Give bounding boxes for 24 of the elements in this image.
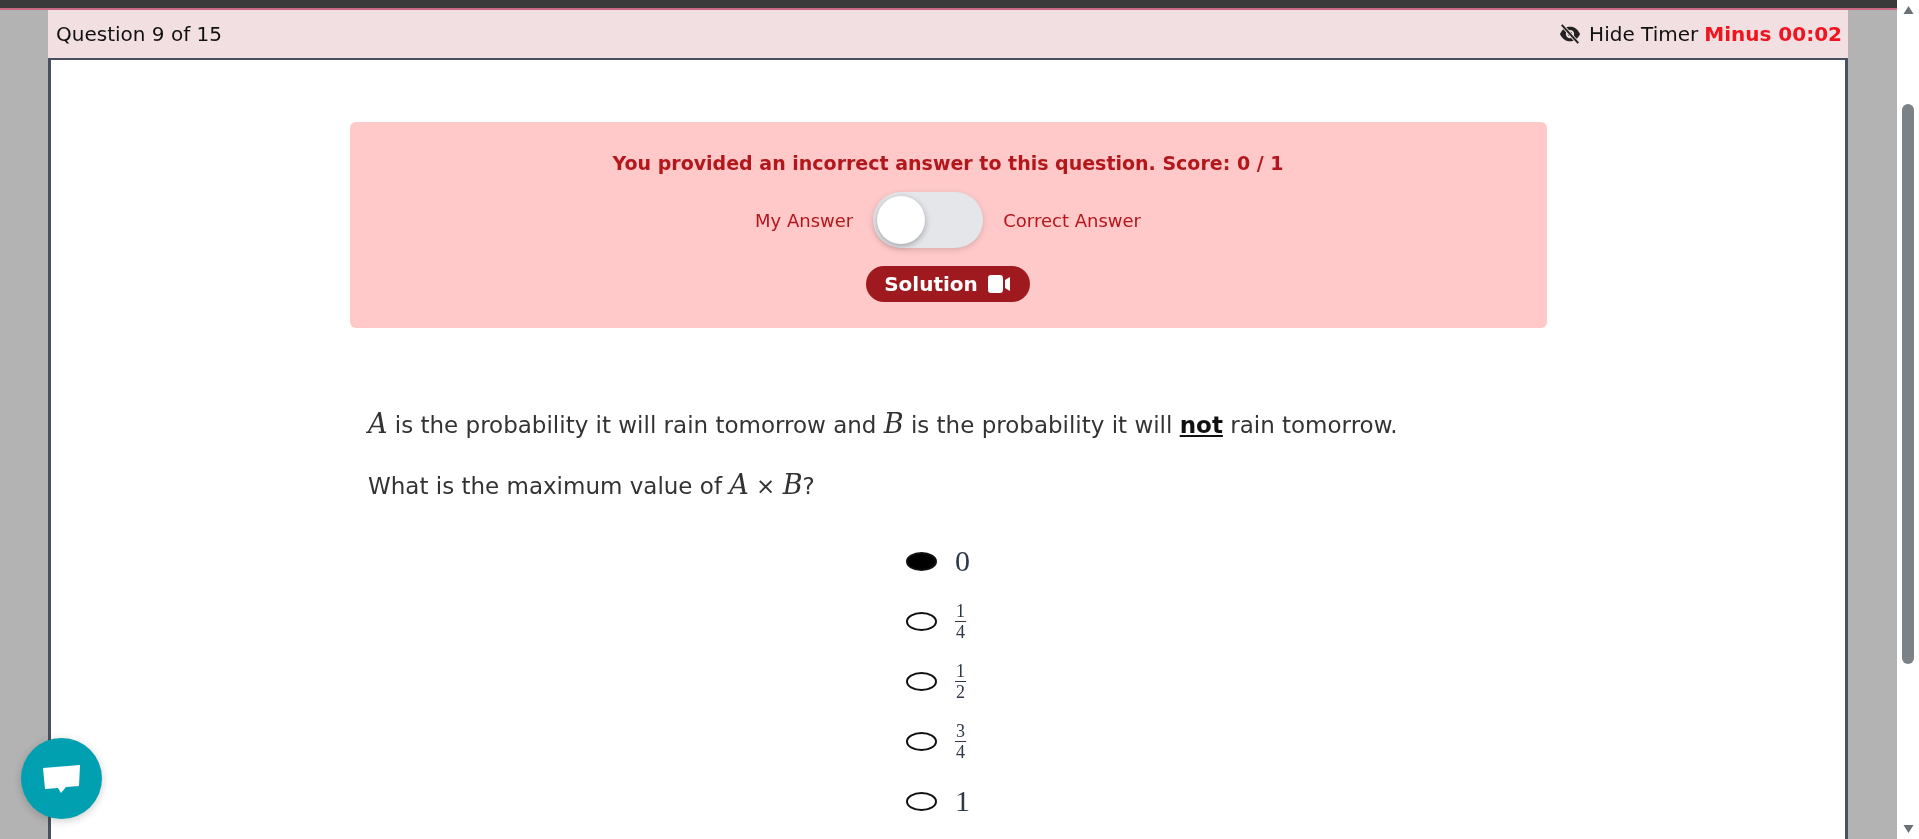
question-text: What is the maximum value of A × B? [368,468,816,502]
correct-answer-label: Correct Answer [1003,209,1141,231]
scrollbar[interactable] [1897,0,1919,839]
radio-button[interactable] [906,791,937,811]
my-answer-label: My Answer [755,209,854,231]
solution-button[interactable]: Solution [866,266,1030,302]
option-label: 0 [955,544,970,578]
radio-button[interactable] [906,731,937,751]
scroll-down-icon[interactable] [1902,825,1914,833]
hide-timer-button[interactable]: Hide Timer [1589,22,1699,46]
option-fraction: 3 4 [955,720,966,762]
radio-button[interactable] [906,671,937,691]
question-counter: Question 9 of 15 [56,22,222,46]
scroll-up-icon[interactable] [1902,6,1914,14]
feedback-message: You provided an incorrect answer to this question. Score: 0 / 1 [612,152,1284,174]
video-camera-icon [985,274,1012,294]
option-label: 1 [955,784,970,818]
radio-button[interactable] [906,611,937,631]
option-fraction: 1 4 [955,600,966,642]
timer: Minus 00:02 [1704,22,1842,46]
question-text: A is the probability it will rain tomorrow and B is the probability it will not rain tomorrow. [368,407,1399,441]
option-fraction: 1 2 [955,660,966,702]
answer-toggle[interactable] [873,192,984,248]
radio-button[interactable] [906,551,937,571]
